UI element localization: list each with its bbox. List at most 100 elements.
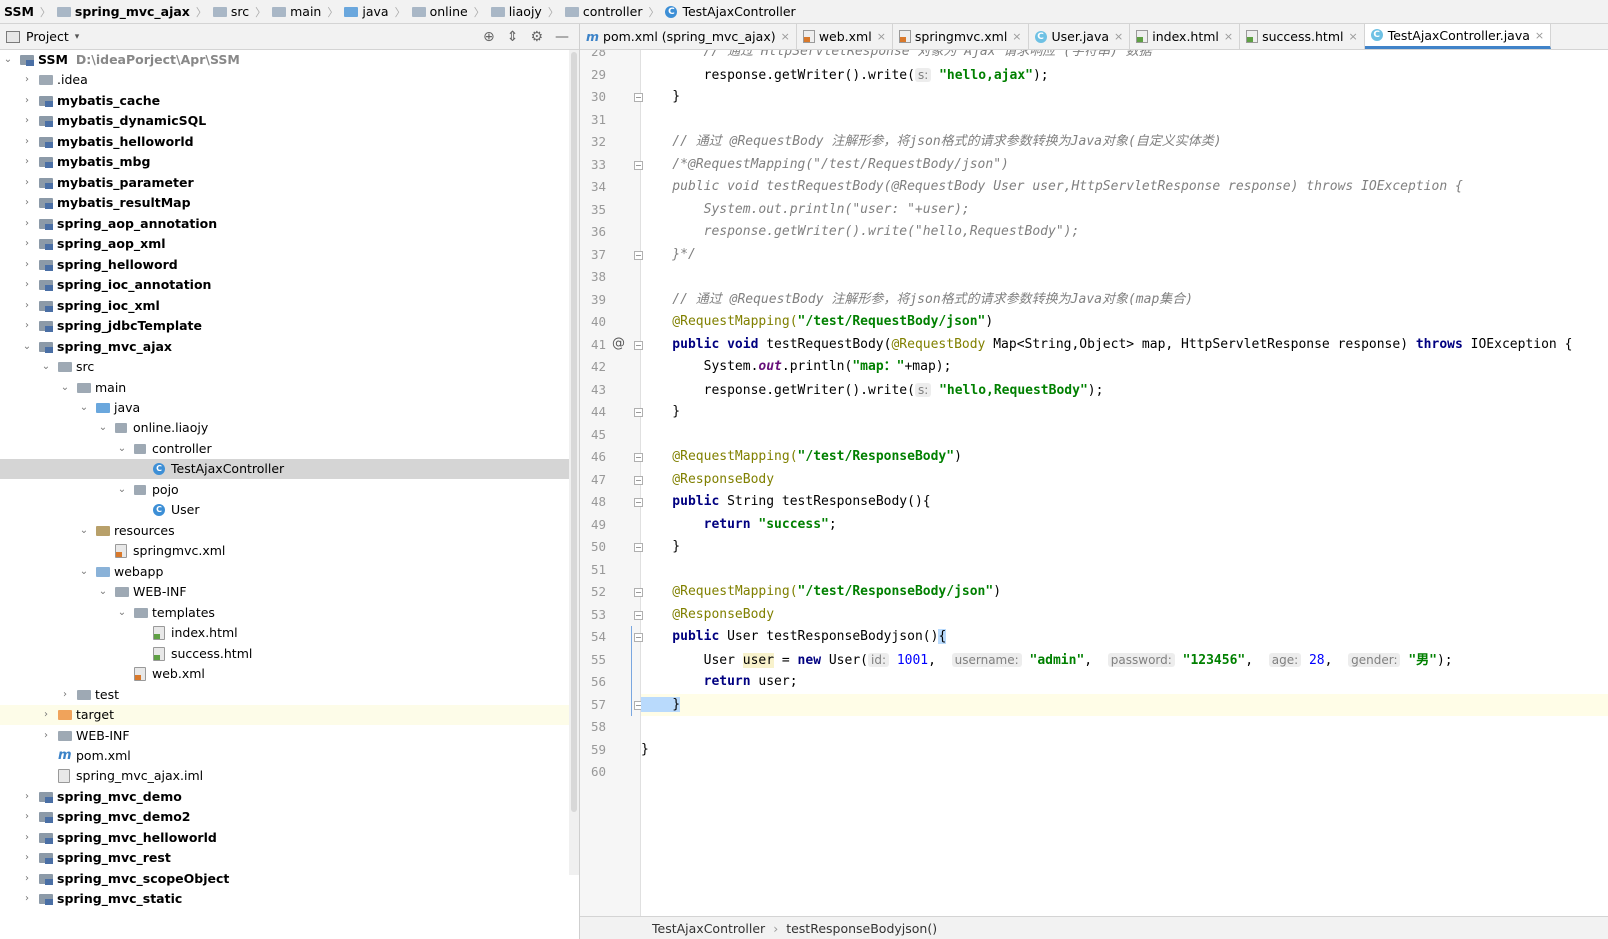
tree-item[interactable]: ⌄ online.liaojy bbox=[0, 418, 570, 438]
chevron-down-icon[interactable]: ⌄ bbox=[21, 337, 33, 357]
tree-item[interactable]: ⌄ controller bbox=[0, 439, 570, 459]
chevron-right-icon[interactable]: › bbox=[21, 787, 33, 807]
chevron-down-icon[interactable]: ⌄ bbox=[40, 357, 52, 377]
crumb-java[interactable]: java bbox=[344, 4, 389, 19]
close-icon[interactable]: × bbox=[1348, 30, 1357, 43]
tree-item[interactable]: › target bbox=[0, 705, 570, 726]
editor-tab[interactable]: m pom.xml (spring_mvc_ajax) × bbox=[580, 24, 797, 49]
chevron-right-icon[interactable]: › bbox=[21, 848, 33, 868]
tree-item[interactable]: ⌄ SSM D:\ideaPorject\Apr\SSM bbox=[0, 50, 570, 70]
crumb-src[interactable]: src bbox=[212, 4, 249, 19]
tree-item[interactable]: › spring_jdbcTemplate bbox=[0, 316, 570, 336]
chevron-right-icon[interactable]: › bbox=[21, 869, 33, 889]
chevron-right-icon[interactable]: › bbox=[40, 705, 52, 725]
tree-item[interactable]: ⌄ templates bbox=[0, 603, 570, 623]
code-area[interactable]: // 通过 HttpServletResponse 对象为 Ajax 请求响应 … bbox=[641, 50, 1608, 916]
editor-tab[interactable]: web.xml × bbox=[797, 24, 893, 49]
tree-item[interactable]: ⌄ java bbox=[0, 398, 570, 418]
chevron-down-icon[interactable]: ⌄ bbox=[116, 603, 128, 623]
mapping-gutter-icon[interactable]: @ bbox=[612, 336, 625, 351]
chevron-right-icon[interactable]: › bbox=[21, 255, 33, 275]
chevron-right-icon[interactable]: › bbox=[21, 316, 33, 336]
tree-item[interactable]: › spring_helloword bbox=[0, 255, 570, 275]
tree-item[interactable]: › mybatis_helloworld bbox=[0, 132, 570, 152]
tree-item[interactable]: ⌄ WEB-INF bbox=[0, 582, 570, 602]
chevron-right-icon[interactable]: › bbox=[40, 726, 52, 746]
tree-item[interactable]: › spring_mvc_static bbox=[0, 889, 570, 909]
chevron-down-icon[interactable]: ⌄ bbox=[97, 418, 109, 438]
tree-item[interactable]: › mybatis_dynamicSQL bbox=[0, 111, 570, 131]
chevron-down-icon[interactable]: ⌄ bbox=[78, 398, 90, 418]
chevron-right-icon[interactable]: › bbox=[21, 132, 33, 152]
close-icon[interactable]: × bbox=[1012, 30, 1021, 43]
tree-item[interactable]: › mybatis_cache bbox=[0, 91, 570, 111]
chevron-down-icon[interactable]: ⌄ bbox=[2, 50, 14, 70]
chevron-right-icon[interactable]: › bbox=[21, 828, 33, 848]
chevron-right-icon[interactable]: › bbox=[21, 296, 33, 316]
tree-item[interactable]: › test bbox=[0, 685, 570, 705]
tree-item[interactable]: ⌄ spring_mvc_ajax bbox=[0, 337, 570, 357]
collapse-all-icon[interactable]: ⇕ bbox=[507, 29, 519, 45]
hide-icon[interactable]: — bbox=[555, 29, 569, 45]
chevron-right-icon[interactable]: › bbox=[21, 173, 33, 193]
tree-item[interactable]: ⌄ main bbox=[0, 378, 570, 398]
chevron-right-icon[interactable]: › bbox=[21, 193, 33, 213]
chevron-right-icon[interactable]: › bbox=[21, 91, 33, 111]
tree-item[interactable]: ⌄ webapp bbox=[0, 562, 570, 582]
chevron-right-icon[interactable]: › bbox=[21, 152, 33, 172]
editor-tab[interactable]: springmvc.xml × bbox=[893, 24, 1029, 49]
close-icon[interactable]: × bbox=[877, 30, 886, 43]
chevron-down-icon[interactable]: ⌄ bbox=[59, 378, 71, 398]
tree-item[interactable]: springmvc.xml bbox=[0, 541, 570, 561]
crumb-main[interactable]: main bbox=[272, 4, 321, 19]
locate-icon[interactable]: ⊕ bbox=[483, 29, 495, 45]
close-icon[interactable]: × bbox=[1114, 30, 1123, 43]
tree-item[interactable]: › mybatis_parameter bbox=[0, 173, 570, 193]
breadcrumb-method[interactable]: testResponseBodyjson() bbox=[786, 921, 937, 936]
tree-item[interactable]: › .idea bbox=[0, 70, 570, 90]
tree-item[interactable]: index.html bbox=[0, 623, 570, 643]
code-editor[interactable]: 28 29 30 31 32 33 34 35 36 37 38 39 40 41 @42 43 44 45 46 4… bbox=[580, 50, 1608, 916]
tree-item[interactable]: › spring_mvc_demo bbox=[0, 787, 570, 807]
chevron-down-icon[interactable]: ▾ bbox=[75, 32, 80, 42]
chevron-right-icon[interactable]: › bbox=[21, 70, 33, 90]
editor-tab[interactable]: C User.java × bbox=[1029, 24, 1131, 49]
crumb-module[interactable]: spring_mvc_ajax bbox=[56, 4, 190, 19]
crumb-online[interactable]: online bbox=[411, 4, 468, 19]
tree-item[interactable]: ⌄ src bbox=[0, 357, 570, 377]
crumb-class[interactable]: C TestAjaxController bbox=[665, 4, 796, 19]
close-icon[interactable]: × bbox=[1224, 30, 1233, 43]
tree-item[interactable]: web.xml bbox=[0, 664, 570, 684]
tree-item[interactable]: › mybatis_mbg bbox=[0, 152, 570, 172]
editor-tab[interactable]: index.html × bbox=[1130, 24, 1241, 49]
tree-item[interactable]: › spring_mvc_helloworld bbox=[0, 828, 570, 848]
tree-item[interactable]: › spring_aop_annotation bbox=[0, 214, 570, 234]
tree-item[interactable]: › mybatis_resultMap bbox=[0, 193, 570, 213]
chevron-right-icon[interactable]: › bbox=[21, 214, 33, 234]
tree-item[interactable]: › spring_aop_xml bbox=[0, 234, 570, 254]
breadcrumb-class[interactable]: TestAjaxController bbox=[652, 921, 765, 936]
chevron-down-icon[interactable]: ⌄ bbox=[78, 521, 90, 541]
chevron-right-icon[interactable]: › bbox=[59, 685, 71, 705]
crumb-liaojy[interactable]: liaojy bbox=[490, 4, 542, 19]
chevron-right-icon[interactable]: › bbox=[21, 111, 33, 131]
tree-item[interactable]: › WEB-INF bbox=[0, 726, 570, 746]
chevron-down-icon[interactable]: ⌄ bbox=[97, 582, 109, 602]
chevron-down-icon[interactable]: ⌄ bbox=[78, 562, 90, 582]
tree-item[interactable]: › spring_mvc_demo2 bbox=[0, 807, 570, 827]
tree-item[interactable]: ⌄ resources bbox=[0, 521, 570, 541]
crumb-controller[interactable]: controller bbox=[564, 4, 642, 19]
tree-item[interactable]: m pom.xml bbox=[0, 746, 570, 766]
close-icon[interactable]: × bbox=[781, 30, 790, 43]
tree-item[interactable]: TestAjaxController bbox=[0, 459, 570, 480]
tree-scrollbar[interactable] bbox=[569, 50, 579, 875]
crumb-ssm[interactable]: SSM bbox=[4, 4, 34, 19]
project-view-selector[interactable]: Project bbox=[26, 29, 69, 44]
chevron-right-icon[interactable]: › bbox=[21, 889, 33, 909]
chevron-right-icon[interactable]: › bbox=[21, 275, 33, 295]
tree-item[interactable]: › spring_mvc_scopeObject bbox=[0, 869, 570, 889]
scrollbar-thumb[interactable] bbox=[571, 52, 577, 812]
tree-item[interactable]: ⌄ pojo bbox=[0, 480, 570, 500]
editor-tab[interactable]: C TestAjaxController.java × bbox=[1364, 24, 1552, 49]
tree-item[interactable]: › spring_mvc_rest bbox=[0, 848, 570, 868]
